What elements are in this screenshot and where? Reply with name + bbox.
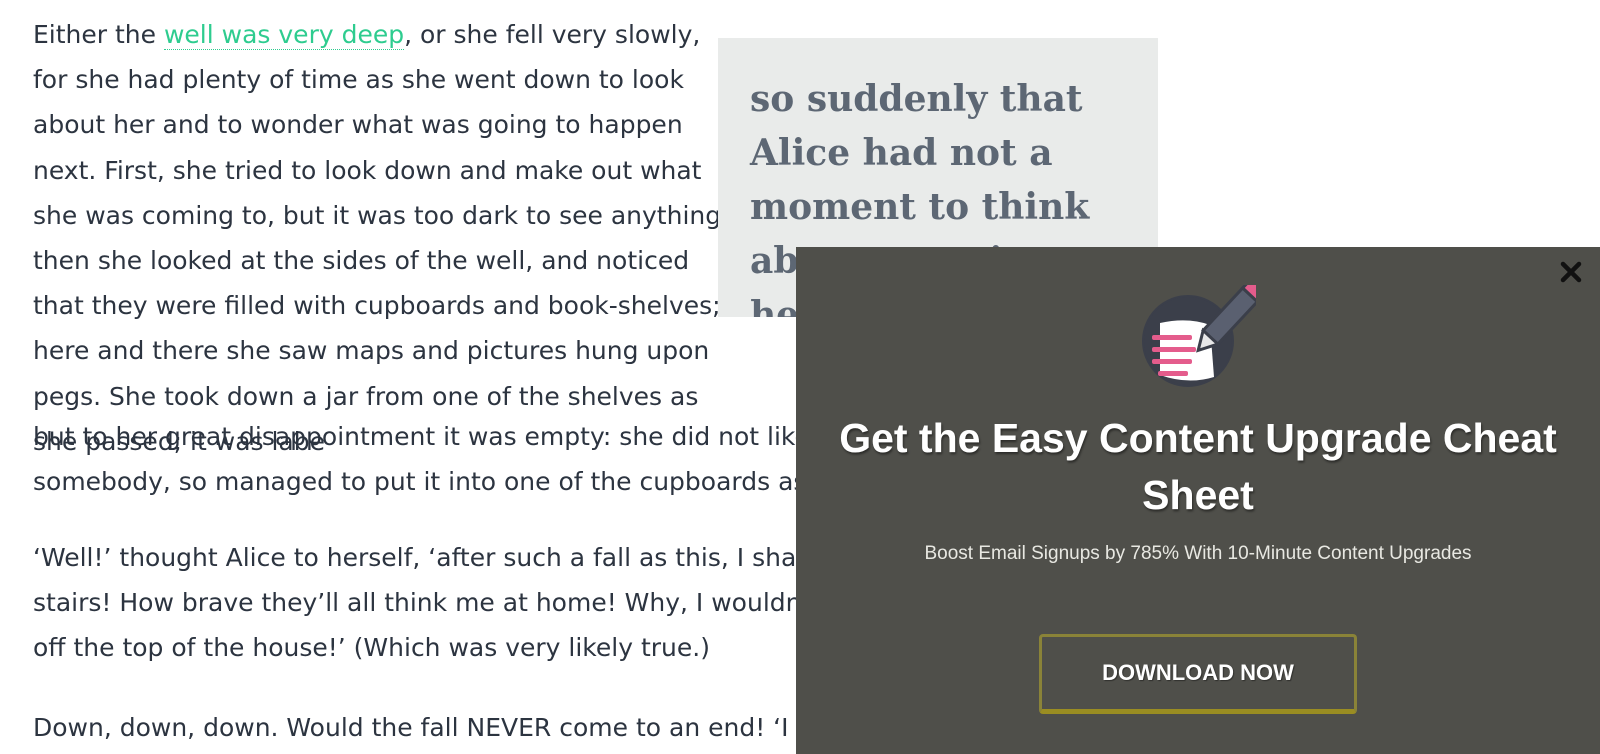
inline-link-well-was-very-deep[interactable]: well was very deep	[163, 20, 405, 50]
popup-subheadline: Boost Email Signups by 785% With 10-Minu…	[924, 543, 1472, 564]
paragraph-3-line-1: Down, down, down. Would the fall NEVER c…	[33, 713, 864, 742]
paragraph-1-line-tail: but to her great disappointment it was e…	[33, 422, 867, 451]
paragraph-2-line-2: stairs! How brave they’ll all think me a…	[33, 588, 871, 617]
paragraph-1-start: Either the	[33, 20, 164, 49]
close-icon[interactable]	[1558, 259, 1584, 285]
notepad-pencil-icon	[1140, 275, 1269, 393]
paragraph-2-line-1: ‘Well!’ thought Alice to herself, ‘after…	[33, 543, 867, 572]
paragraph-1-continued: , or she fell very slowly, for she had p…	[33, 20, 730, 456]
popup-headline: Get the Easy Content Upgrade Cheat Sheet	[839, 415, 1557, 518]
content-upgrade-popup: Get the Easy Content Upgrade Cheat Sheet…	[796, 247, 1600, 754]
paragraph-2-line-3: off the top of the house!’ (Which was ve…	[33, 633, 710, 662]
paragraph-1-line-tail-2: somebody, so managed to put it into one …	[33, 467, 859, 496]
download-now-button[interactable]: DOWNLOAD NOW	[1039, 634, 1357, 714]
paragraph-1: Either the well was very deep, or she fe…	[33, 12, 733, 464]
